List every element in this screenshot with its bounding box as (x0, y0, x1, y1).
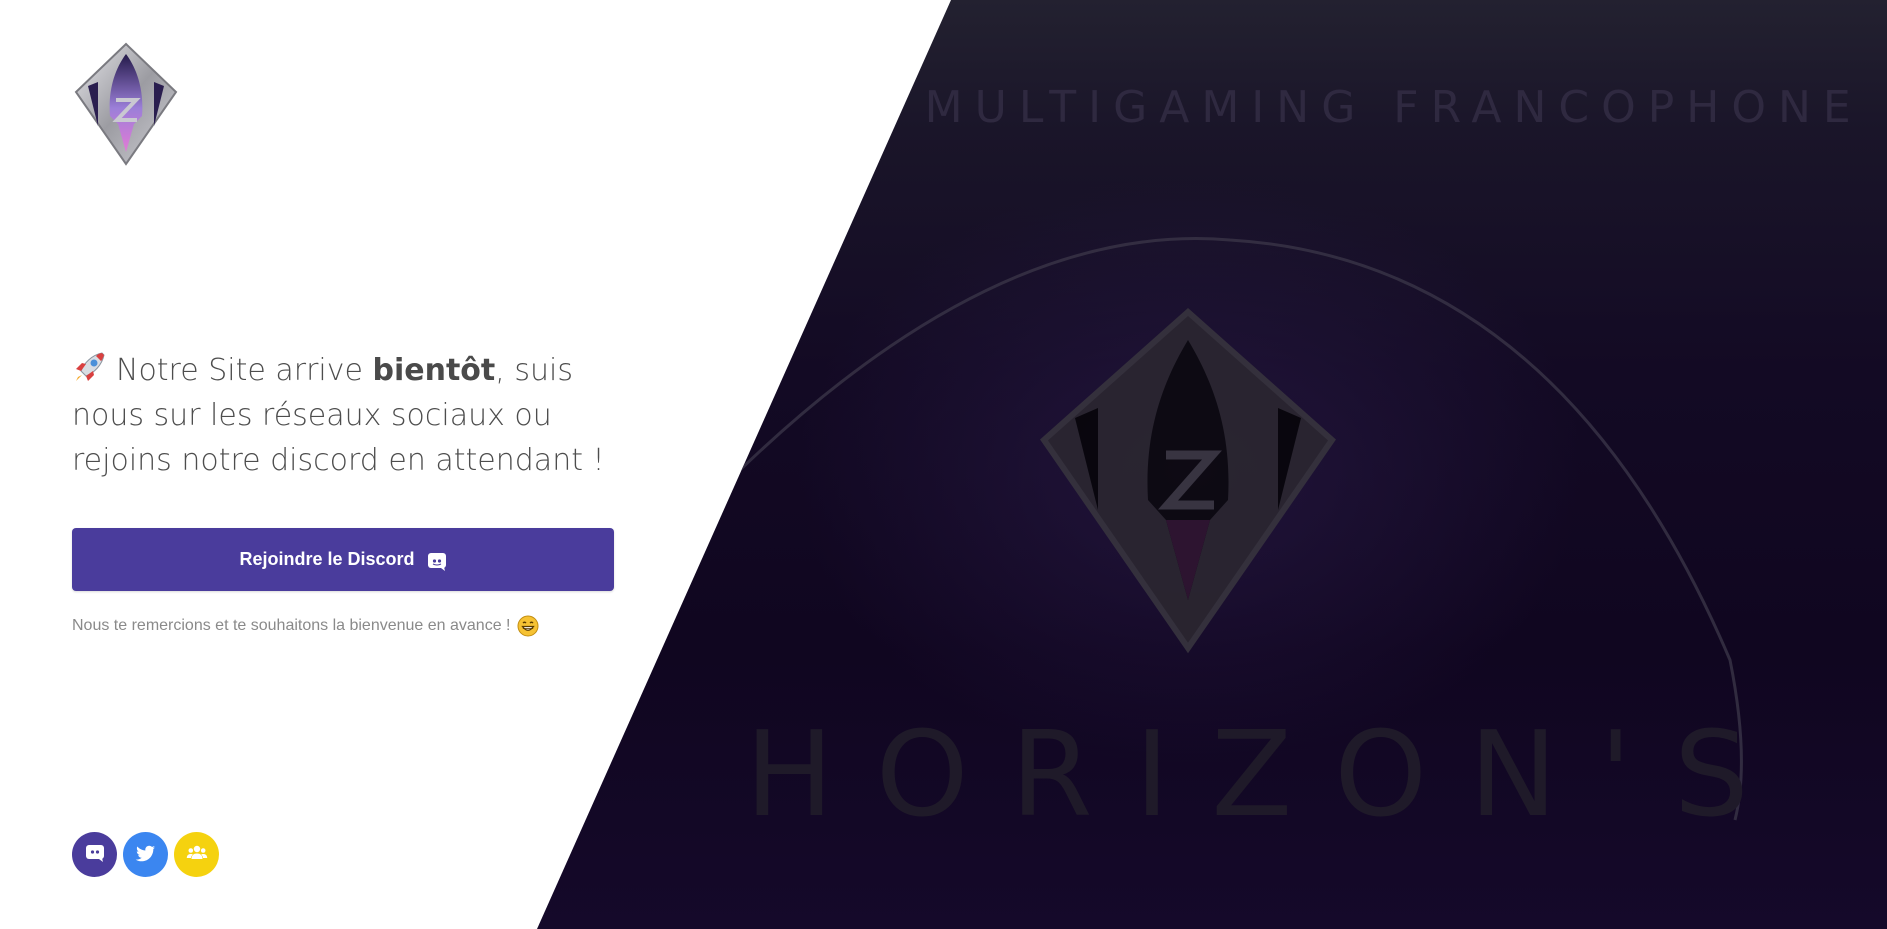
hero-brand: HORIZON'S (745, 705, 1791, 843)
intro-text-part1: Notre Site arrive (116, 353, 373, 388)
discord-icon (427, 552, 447, 572)
intro-text-bold: bientôt (372, 353, 496, 388)
users-icon (186, 842, 208, 868)
intro-text: Notre Site arrive bientôt, suis nous sur… (72, 348, 632, 483)
join-discord-button[interactable]: Rejoindre le Discord (72, 528, 614, 591)
thanks-text: Nous te remercions et te souhaitons la b… (72, 617, 511, 634)
twitter-icon (135, 842, 157, 868)
rocket-icon (72, 349, 108, 385)
social-links (72, 832, 219, 877)
discord-icon (84, 842, 106, 868)
social-discord-button[interactable] (72, 832, 117, 877)
grinning-face-icon (517, 615, 539, 637)
join-discord-label: Rejoindre le Discord (239, 549, 415, 569)
thanks-message: Nous te remercions et te souhaitons la b… (72, 615, 539, 637)
social-twitter-button[interactable] (123, 832, 168, 877)
horizons-logo-icon[interactable] (72, 40, 180, 168)
social-community-button[interactable] (174, 832, 219, 877)
